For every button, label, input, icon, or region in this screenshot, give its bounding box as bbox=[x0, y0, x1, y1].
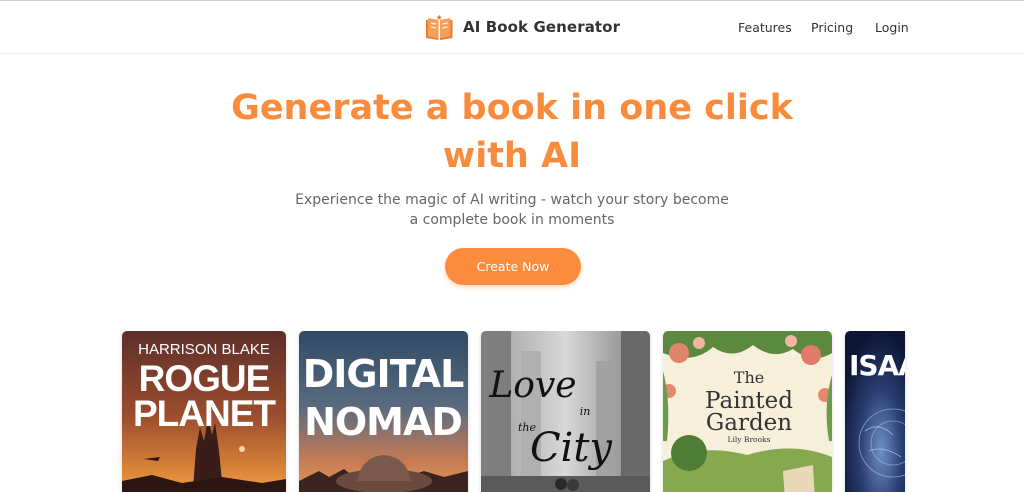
nav-pricing[interactable]: Pricing bbox=[811, 20, 853, 35]
book3-title-line-4: City bbox=[530, 425, 613, 471]
hero-title-line-1: Generate a book in one click bbox=[231, 88, 793, 128]
book-cover-rogue-planet[interactable]: HARRISON BLAKE ROGUE PLANET bbox=[122, 331, 286, 492]
book-cover-love-in-the-city[interactable]: Love in the City bbox=[481, 331, 650, 492]
book4-title-line-3: Garden bbox=[706, 410, 792, 436]
book-cover-the-painted-garden[interactable]: The Painted Garden Lily Brooks bbox=[663, 331, 832, 492]
brand-logo[interactable]: AI Book Generator bbox=[425, 14, 620, 40]
book-cover-isaa[interactable]: ISAA bbox=[845, 331, 905, 492]
book5-title: ISAA bbox=[849, 349, 905, 382]
book1-author: HARRISON BLAKE bbox=[138, 341, 270, 358]
book4-author: Lily Brooks bbox=[728, 435, 771, 444]
book3-title-line-2: in bbox=[580, 405, 591, 418]
nav-features[interactable]: Features bbox=[738, 20, 792, 35]
book3-title-line-1: Love bbox=[488, 365, 576, 406]
hero-title: Generate a book in one click with AI bbox=[0, 84, 1024, 180]
nav-login[interactable]: Login bbox=[875, 20, 909, 35]
hero-subtitle-line-1: Experience the magic of AI writing - wat… bbox=[295, 192, 729, 208]
book2-title-line-1: DIGITAL bbox=[303, 352, 464, 396]
create-now-button[interactable]: Create Now bbox=[445, 248, 581, 285]
book2-title-line-2: NOMAD bbox=[304, 400, 462, 444]
open-book-icon bbox=[426, 14, 453, 40]
book1-title-line-2: PLANET bbox=[133, 393, 276, 434]
book-cover-digital-nomad[interactable]: DIGITAL NOMAD bbox=[299, 331, 468, 492]
brand-name: AI Book Generator bbox=[463, 18, 621, 36]
book-gallery: HARRISON BLAKE ROGUE PLANET DIGITAL NOMA… bbox=[0, 331, 1024, 492]
book4-title-line-1: The bbox=[734, 368, 764, 387]
hero-title-line-2: with AI bbox=[442, 136, 582, 176]
hero-subtitle-line-2: a complete book in moments bbox=[409, 212, 615, 228]
site-header: AI Book Generator Features Pricing Login bbox=[0, 1, 1024, 54]
hero-subtitle: Experience the magic of AI writing - wat… bbox=[0, 190, 1024, 230]
